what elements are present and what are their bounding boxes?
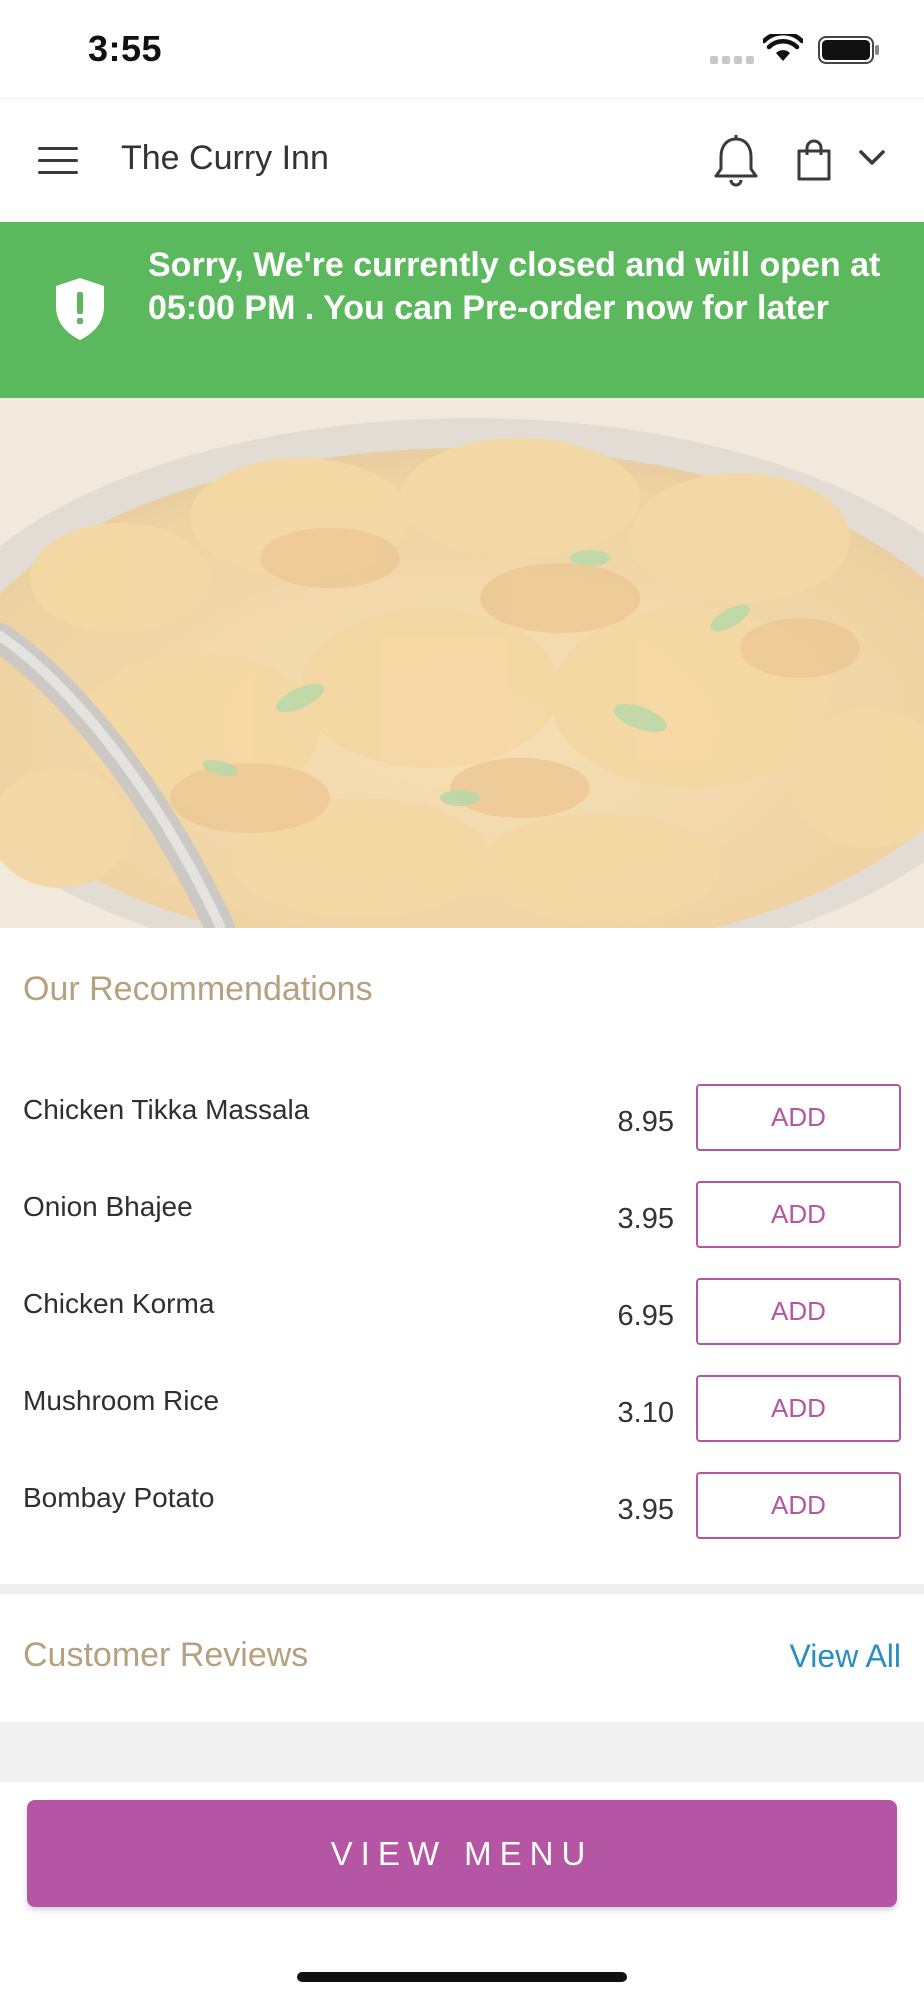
shield-alert-icon <box>56 278 104 340</box>
closed-notice-banner: Sorry, We're currently closed and will o… <box>0 222 924 398</box>
list-item: Bombay Potato 3.95 ADD <box>0 1472 924 1558</box>
item-name: Chicken Korma <box>23 1288 215 1319</box>
section-divider <box>0 1584 924 1594</box>
add-button[interactable]: ADD <box>696 1278 901 1345</box>
item-price: 3.95 <box>617 1494 674 1526</box>
status-time: 3:55 <box>88 28 163 69</box>
item-price: 8.95 <box>617 1106 674 1138</box>
menu-icon[interactable] <box>38 143 80 179</box>
list-item: Chicken Tikka Massala 8.95 ADD <box>0 1084 924 1170</box>
closed-message: Sorry, We're currently closed and will o… <box>148 246 881 327</box>
status-bar: 3:55 <box>0 0 924 98</box>
list-item: Mushroom Rice 3.10 ADD <box>0 1375 924 1461</box>
restaurant-title: The Curry Inn <box>121 139 329 177</box>
view-all-reviews-link[interactable]: View All <box>790 1638 901 1675</box>
reviews-placeholder <box>0 1722 924 1782</box>
item-price: 3.95 <box>617 1203 674 1235</box>
add-button[interactable]: ADD <box>696 1084 901 1151</box>
item-name: Onion Bhajee <box>23 1191 193 1222</box>
wifi-icon <box>763 34 803 61</box>
hero-food-image <box>0 398 924 928</box>
item-price: 6.95 <box>617 1300 674 1332</box>
view-menu-button[interactable]: VIEW MENU <box>27 1800 897 1907</box>
signal-icon <box>710 56 754 64</box>
item-name: Mushroom Rice <box>23 1385 220 1416</box>
app-header: The Curry Inn <box>0 98 924 222</box>
recommendations-title: Our Recommendations <box>23 970 373 1008</box>
battery-icon <box>818 36 879 64</box>
list-item: Onion Bhajee 3.95 ADD <box>0 1181 924 1267</box>
chevron-down-icon[interactable] <box>858 149 886 167</box>
reviews-title: Customer Reviews <box>23 1636 309 1674</box>
shopping-bag-icon[interactable] <box>796 139 832 181</box>
home-indicator <box>297 1972 627 1982</box>
add-button[interactable]: ADD <box>696 1181 901 1248</box>
item-price: 3.10 <box>617 1397 674 1429</box>
item-name: Chicken Tikka Massala <box>23 1094 310 1125</box>
add-button[interactable]: ADD <box>696 1375 901 1442</box>
item-name: Bombay Potato <box>23 1482 215 1513</box>
list-item: Chicken Korma 6.95 ADD <box>0 1278 924 1364</box>
bell-icon[interactable] <box>712 133 760 189</box>
add-button[interactable]: ADD <box>696 1472 901 1539</box>
